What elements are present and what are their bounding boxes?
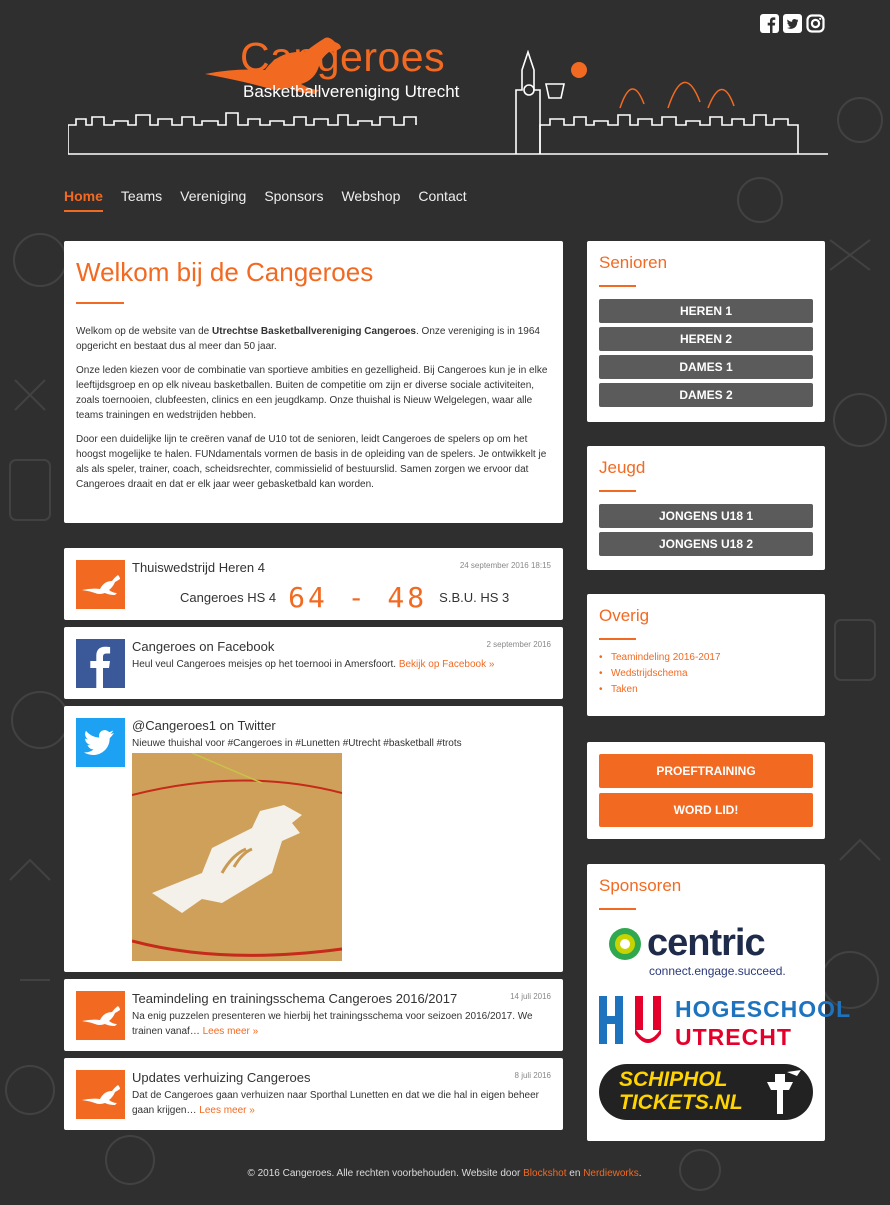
schiphol-line-1: SCHIPHOL [619, 1068, 728, 1091]
nav-teams[interactable]: Teams [121, 188, 162, 212]
brand-subtitle: Basketballvereniging Utrecht [243, 82, 460, 101]
score-digits: 64 - 48 [288, 581, 428, 614]
kangaroo-avatar-icon [76, 560, 125, 609]
team-button-heren-2[interactable]: HEREN 2 [599, 327, 813, 351]
twitter-icon[interactable] [783, 14, 802, 33]
nav-webshop[interactable]: Webshop [341, 188, 400, 212]
sponsor-hu-logo[interactable]: HOGESCHOOL UTRECHT [599, 994, 850, 1056]
nav-sponsors[interactable]: Sponsors [264, 188, 323, 212]
sidebar-jeugd: Jeugd JONGENS U18 1 JONGENS U18 2 [587, 446, 825, 570]
link-wedstrijdschema[interactable]: Wedstrijdschema [599, 668, 813, 679]
hu-line-1: HOGESCHOOL [675, 996, 852, 1022]
read-more-link[interactable]: Lees meer » [203, 1026, 259, 1037]
footer-text: . [638, 1168, 642, 1179]
title-rule [599, 490, 636, 492]
team-button-dames-1[interactable]: DAMES 1 [599, 355, 813, 379]
sidebar-cta: PROEFTRAINING WORD LID! [587, 742, 825, 839]
nav-home[interactable]: Home [64, 188, 103, 212]
social-links [760, 14, 825, 33]
sidebar-title: Sponsoren [599, 876, 682, 895]
facebook-icon[interactable] [760, 14, 779, 33]
footer-link-blockshot[interactable]: Blockshot [523, 1168, 566, 1179]
main-nav: Home Teams Vereniging Sponsors Webshop C… [64, 188, 467, 212]
footer-text: en [566, 1168, 584, 1179]
sidebar-overig: Overig Teamindeling 2016-2017 Wedstrijds… [587, 594, 825, 716]
centric-name: centric [647, 922, 766, 964]
post-title: Teamindeling en trainingsschema Cangeroe… [132, 991, 458, 1006]
post-twitter[interactable]: @Cangeroes1 on Twitter Nieuwe thuishal v… [64, 706, 563, 972]
read-more-link[interactable]: Lees meer » [199, 1105, 255, 1116]
page-container: Cangeroes Basketballvereniging Utrecht H… [64, 0, 850, 1205]
team-button-dames-2[interactable]: DAMES 2 [599, 383, 813, 407]
post-text: Dat de Cangeroes gaan verhuizen naar Spo… [132, 1090, 539, 1116]
sponsor-centric-logo[interactable]: centric connect.engage.succeed. [599, 922, 813, 984]
kangaroo-avatar-icon [76, 1070, 125, 1119]
hu-mark-icon [599, 996, 661, 1044]
link-teamindeling[interactable]: Teamindeling 2016-2017 [599, 652, 813, 663]
post-text: Na enig puzzelen presenteren we hierbij … [132, 1011, 533, 1037]
post-title: @Cangeroes1 on Twitter [132, 718, 276, 733]
home-team-level: HS 4 [247, 590, 277, 605]
welcome-paragraph-2: Onze leden kiezen voor de combinatie van… [76, 365, 548, 421]
link-taken[interactable]: Taken [599, 684, 813, 695]
footer: © 2016 Cangeroes. Alle rechten voorbehou… [64, 1168, 825, 1179]
control-tower-icon [767, 1070, 801, 1114]
facebook-link[interactable]: Bekijk op Facebook » [399, 659, 495, 670]
centric-mark-icon [609, 928, 641, 960]
welcome-paragraph-1: Welkom op de website van de Utrechtse Ba… [76, 326, 540, 352]
facebook-avatar-icon [76, 639, 125, 688]
footer-text: © 2016 Cangeroes. Alle rechten voorbehou… [247, 1168, 524, 1179]
sidebar-title: Jeugd [599, 458, 646, 477]
title-rule [599, 285, 636, 287]
post-match[interactable]: Thuiswedstrijd Heren 4 24 september 2016… [64, 548, 563, 620]
title-rule [599, 638, 636, 640]
centric-tagline: connect.engage.succeed. [649, 964, 786, 978]
post-text: Nieuwe thuishal voor #Cangeroes in #Lune… [132, 738, 462, 749]
word-lid-button[interactable]: WORD LID! [599, 793, 813, 827]
welcome-title: Welkom bij de Cangeroes [76, 257, 374, 287]
match-score: Cangeroes HS 4 64 - 48 S.B.U. HS 3 [180, 581, 551, 614]
tweet-photo[interactable] [132, 753, 342, 961]
sidebar-title: Senioren [599, 253, 668, 272]
brand-title: Cangeroes [240, 34, 446, 80]
nav-vereniging[interactable]: Vereniging [180, 188, 246, 212]
team-button-jongens-u18-2[interactable]: JONGENS U18 2 [599, 532, 813, 556]
welcome-card: Welkom bij de Cangeroes Welkom op de web… [64, 241, 563, 523]
schiphol-line-2: TICKETS.NL [619, 1091, 743, 1114]
post-verhuizing[interactable]: Updates verhuizing Cangeroes 8 juli 2016… [64, 1058, 563, 1130]
hu-line-2: UTRECHT [675, 1024, 792, 1050]
title-rule [599, 908, 636, 910]
sidebar-sponsoren: Sponsoren centric connect.engage.succeed… [587, 864, 850, 1141]
post-facebook[interactable]: Cangeroes on Facebook 2 september 2016 H… [64, 627, 563, 699]
post-text: Heul veul Cangeroes meisjes op het toern… [132, 659, 495, 670]
nav-contact[interactable]: Contact [418, 188, 466, 212]
sidebar-title: Overig [599, 606, 650, 625]
sponsor-schiphol-logo[interactable]: SCHIPHOL TICKETS.NL [599, 1064, 813, 1120]
title-rule [76, 302, 124, 304]
team-button-heren-1[interactable]: HEREN 1 [599, 299, 813, 323]
away-team-name: S.B.U. HS 3 [439, 590, 510, 605]
post-date: 24 september 2016 18:15 [459, 561, 551, 570]
footer-link-nerdieworks[interactable]: Nerdieworks [583, 1168, 639, 1179]
overig-links: Teamindeling 2016-2017 Wedstrijdschema T… [599, 652, 813, 695]
instagram-icon[interactable] [806, 14, 825, 33]
post-title: Updates verhuizing Cangeroes [132, 1070, 311, 1085]
kangaroo-avatar-icon [76, 991, 125, 1040]
post-date: 8 juli 2016 [514, 1071, 551, 1080]
home-team-name: Cangeroes [180, 590, 244, 605]
welcome-paragraph-3: Door een duidelijke lijn te creëren vana… [76, 434, 547, 490]
proeftraining-button[interactable]: PROEFTRAINING [599, 754, 813, 788]
post-date: 2 september 2016 [486, 640, 552, 649]
sidebar-senioren: Senioren HEREN 1 HEREN 2 DAMES 1 DAMES 2 [587, 241, 825, 422]
post-date: 14 juli 2016 [510, 992, 551, 1001]
twitter-avatar-icon [76, 718, 125, 767]
post-teamindeling[interactable]: Teamindeling en trainingsschema Cangeroe… [64, 979, 563, 1051]
team-button-jongens-u18-1[interactable]: JONGENS U18 1 [599, 504, 813, 528]
